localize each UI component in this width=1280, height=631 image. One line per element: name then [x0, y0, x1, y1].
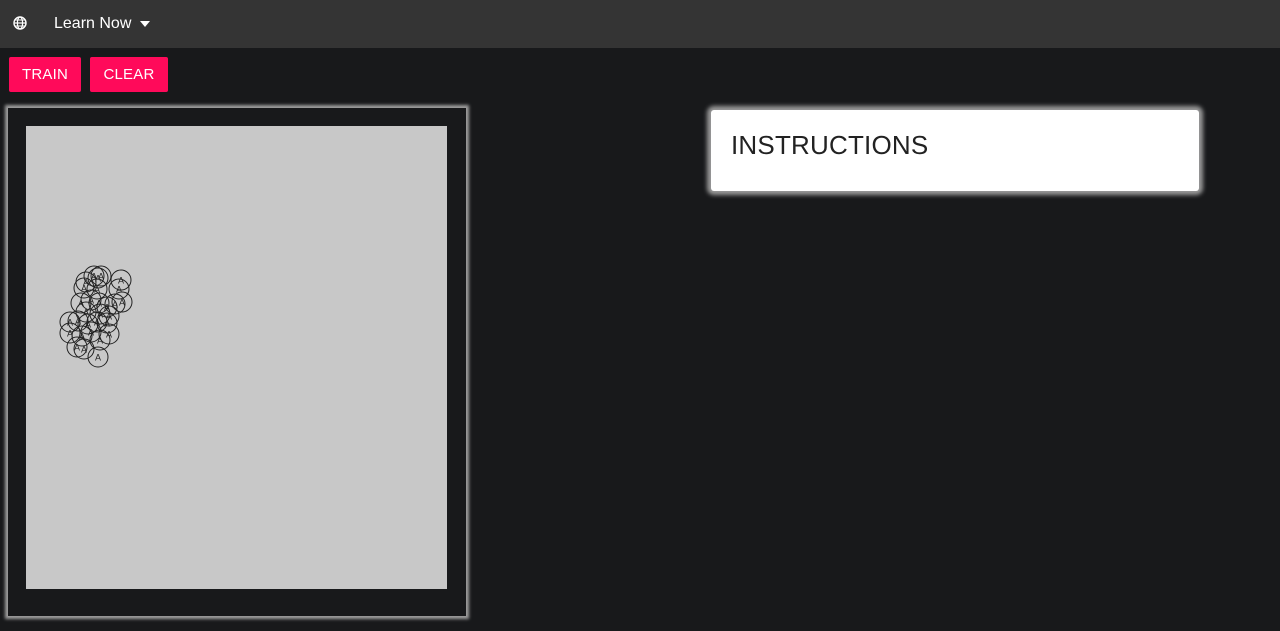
- instructions-card: INSTRUCTIONS: [711, 110, 1199, 191]
- train-button[interactable]: TRAIN: [9, 57, 81, 92]
- training-points: AA AA AA A AA A A A A AA A AAA A A AA A AAAA AA: [59, 265, 133, 368]
- svg-text:A: A: [119, 298, 125, 308]
- drawing-canvas[interactable]: AAAAAAAAAAAAAAAAAAAAAAAAAAAAAA: [26, 126, 447, 589]
- svg-text:A: A: [104, 319, 110, 329]
- caret-down-icon: [140, 21, 151, 27]
- svg-text:A: A: [106, 330, 112, 340]
- svg-text:A: A: [81, 345, 87, 355]
- svg-text:A: A: [97, 336, 103, 346]
- svg-text:A: A: [95, 353, 101, 363]
- clear-button[interactable]: CLEAR: [90, 57, 168, 92]
- top-bar: Learn Now: [0, 0, 1280, 48]
- svg-text:A: A: [81, 284, 87, 294]
- learn-now-menu[interactable]: Learn Now: [54, 14, 151, 34]
- globe-icon[interactable]: [13, 16, 27, 30]
- svg-text:A: A: [95, 274, 101, 284]
- learn-now-menu-label: Learn Now: [54, 15, 132, 32]
- instructions-title: INSTRUCTIONS: [731, 130, 929, 160]
